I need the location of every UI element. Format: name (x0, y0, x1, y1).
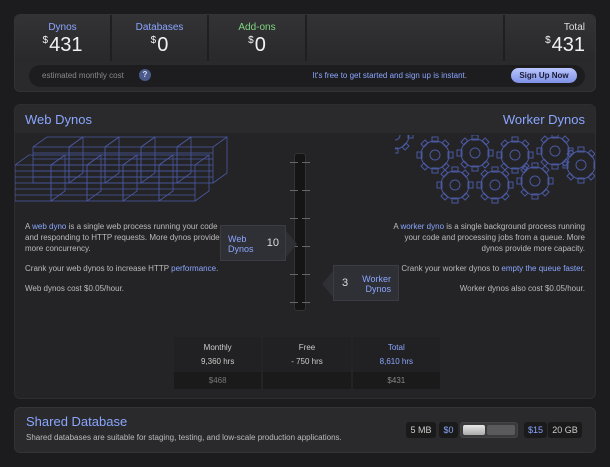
worker-dyno-link[interactable]: worker dyno (400, 222, 444, 231)
cost-summary-panel: Dynos $431 Databases $0 Add-ons $0 Total… (14, 14, 596, 92)
slider-tick (290, 274, 298, 275)
currency-symbol: $ (545, 35, 551, 46)
help-icon[interactable]: ? (139, 69, 151, 81)
monthly-label: Monthly (203, 343, 232, 352)
dynos-cost-amount: 431 (49, 34, 83, 56)
slider-tick (290, 302, 298, 303)
worker-cost-text: Worker dynos also cost $0.05/hour. (459, 284, 585, 293)
web-desc-paragraph: A web dyno is a single web process runni… (25, 221, 220, 254)
slider-tick (290, 162, 298, 163)
total-cost-value: $431 (505, 34, 585, 57)
worker-desc-paragraph: Crank your worker dynos to empty the que… (385, 263, 585, 274)
text: Worker (362, 274, 391, 284)
web-dyno-link[interactable]: web dyno (32, 222, 66, 231)
slider-tick (302, 218, 310, 219)
slider-tick (302, 274, 310, 275)
worker-desc-paragraph: A worker dyno is a single background pro… (385, 221, 585, 254)
web-cost-text: Web dynos cost $0.05/hour. (25, 284, 125, 293)
web-dynos-title: Web Dynos (25, 112, 92, 127)
dynos-panel: Web Dynos Worker Dynos A web dyno is a s… (14, 104, 596, 399)
free-label: Free (298, 343, 316, 352)
worker-dynos-handle-label: Worker Dynos (362, 274, 391, 294)
hours-summary: Monthly 9,360 hrs $468 Free - 750 hrs To… (174, 337, 440, 389)
databases-cost-label: Databases (135, 22, 184, 33)
server-rack-icon (15, 136, 228, 202)
sign-up-button[interactable]: Sign Up Now (511, 68, 577, 83)
slider-tick (302, 302, 310, 303)
slider-tick (290, 218, 298, 219)
slider-tick (302, 190, 310, 191)
database-size-toggle[interactable] (460, 422, 518, 438)
empty-queue-link[interactable]: empty the queue faster (501, 264, 582, 273)
dynos-header: Web Dynos Worker Dynos (15, 105, 595, 133)
monthly-column: Monthly 9,360 hrs $468 (174, 337, 262, 389)
estimate-bar: estimated monthly cost ? It's free to ge… (29, 65, 585, 87)
slider-tick (302, 246, 310, 247)
free-cost (263, 372, 350, 376)
total-hours-cost: $431 (387, 376, 406, 385)
column-top: Monthly 9,360 hrs (174, 337, 262, 372)
column-top: Free - 750 hrs (263, 337, 351, 372)
shared-database-title: Shared Database (26, 414, 128, 429)
db-size-large: 20 GB (548, 422, 582, 438)
databases-cost-cell: Databases $0 (112, 15, 209, 61)
text: . (582, 264, 585, 273)
gears-icon (395, 135, 595, 204)
web-desc-paragraph: Crank your web dynos to increase HTTP pe… (25, 263, 220, 274)
web-dynos-count: 10 (266, 237, 279, 249)
cost-spacer (307, 15, 505, 61)
databases-cost-value: $0 (112, 34, 207, 57)
total-column: Total 8,610 hrs $431 (352, 337, 440, 389)
database-toggle-track (487, 425, 515, 435)
text: Crank your web dynos to increase HTTP (25, 264, 172, 273)
dynos-cost-value: $431 (15, 34, 110, 57)
web-dynos-handle[interactable]: Web Dynos 10 (220, 225, 297, 261)
text: Web (228, 234, 247, 244)
free-hours: - 750 hrs (291, 357, 323, 366)
cost-row: Dynos $431 Databases $0 Add-ons $0 Total… (15, 15, 595, 61)
free-column: Free - 750 hrs (263, 337, 351, 389)
dynos-cost-label: Dynos (48, 22, 77, 33)
worker-dynos-handle[interactable]: 3 Worker Dynos (322, 265, 399, 301)
total-label: Total (387, 343, 405, 352)
free-signup-text: It's free to get started and sign up is … (312, 71, 467, 80)
text: . (216, 264, 219, 273)
addons-cost-value: $0 (209, 34, 305, 57)
worker-dynos-description: A worker dyno is a single background pro… (385, 221, 585, 303)
dynos-cost-cell: Dynos $431 (15, 15, 112, 61)
monthly-hours: 9,360 hrs (200, 357, 235, 366)
total-cost-label: Total (563, 22, 585, 33)
worker-dynos-title: Worker Dynos (502, 112, 585, 127)
database-toggle-handle[interactable] (463, 425, 485, 435)
text: Dynos (365, 284, 391, 294)
slider-tick (302, 162, 310, 163)
worker-dynos-count: 3 (342, 277, 349, 289)
web-dynos-description: A web dyno is a single web process runni… (25, 221, 220, 303)
total-cost-amount: 431 (551, 34, 585, 56)
currency-symbol: $ (248, 35, 254, 46)
column-top: Total 8,610 hrs (352, 337, 440, 372)
databases-cost-amount: 0 (157, 34, 169, 56)
currency-symbol: $ (42, 35, 49, 46)
total-hours: 8,610 hrs (379, 357, 413, 366)
monthly-cost: $468 (208, 376, 227, 385)
total-cost-cell: Total $431 (505, 15, 595, 61)
addons-cost-cell: Add-ons $0 (209, 15, 307, 61)
text: Crank your worker dynos to (401, 264, 502, 273)
shared-database-description: Shared databases are suitable for stagin… (26, 433, 342, 442)
currency-symbol: $ (150, 35, 157, 46)
db-price-large: $15 (524, 422, 547, 438)
addons-cost-label: Add-ons (238, 22, 276, 33)
db-size-small: 5 MB (406, 422, 436, 438)
performance-link[interactable]: performance (171, 264, 216, 273)
slider-tick (290, 190, 298, 191)
text: Dynos (228, 244, 254, 254)
estimate-label: estimated monthly cost (42, 71, 124, 80)
shared-database-panel: Shared Database Shared databases are sui… (14, 407, 596, 453)
addons-cost-amount: 0 (254, 34, 266, 56)
db-price-small: $0 (439, 422, 458, 438)
web-dynos-handle-label: Web Dynos (228, 234, 254, 254)
